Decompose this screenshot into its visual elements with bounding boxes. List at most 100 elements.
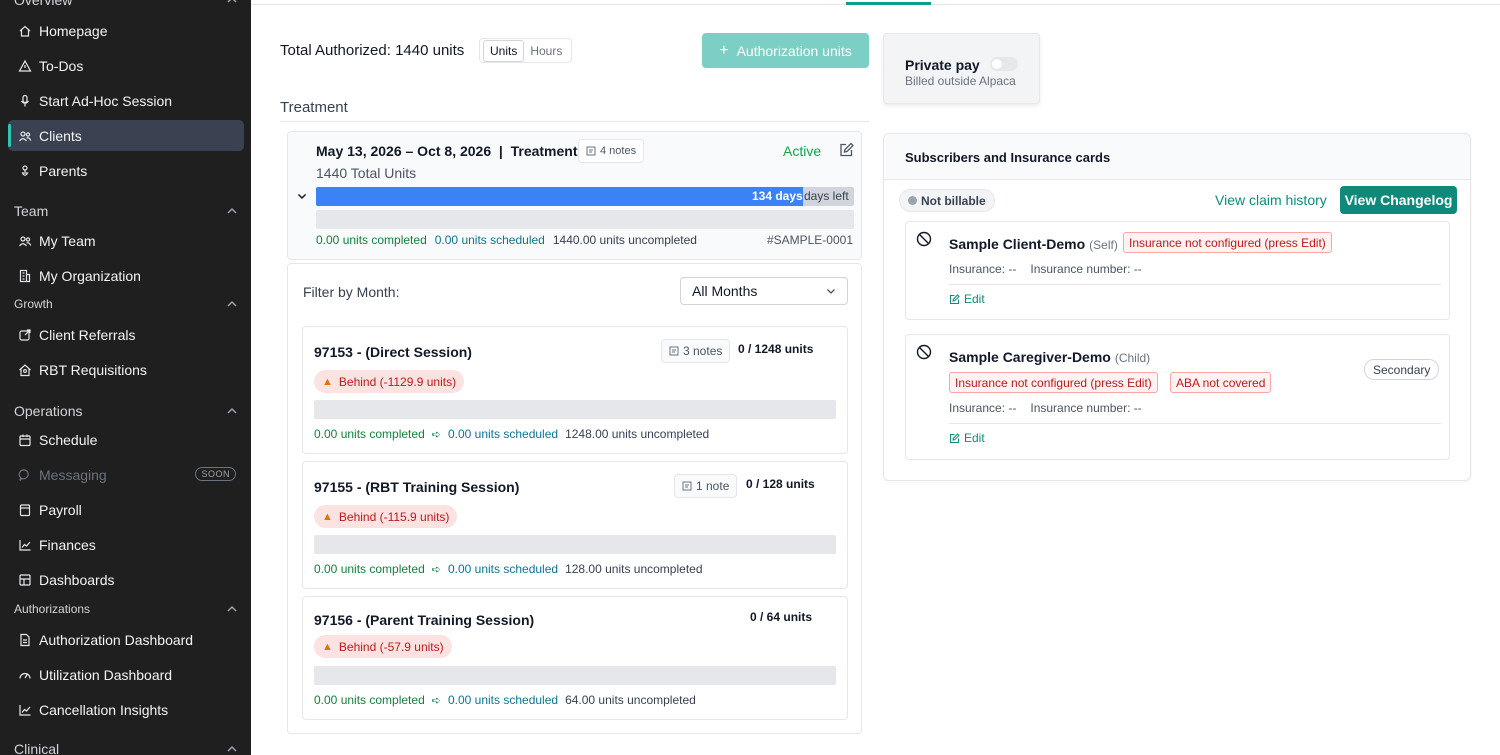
insurance-card-self: Sample Client-Demo (Self) Insurance not c…: [905, 221, 1450, 320]
section-team-label: Team: [14, 203, 49, 219]
insurance-number-value: Insurance number: --: [1030, 401, 1142, 415]
plan-status: Active: [783, 143, 822, 159]
edit-label: Edit: [964, 292, 985, 306]
section-team[interactable]: Team: [14, 203, 237, 219]
edit-insurance-button[interactable]: Edit: [949, 431, 985, 445]
insurance-value: Insurance: --: [949, 262, 1017, 276]
sidebar-item-label: Utilization Dashboard: [39, 666, 173, 683]
plan-completed: 0.00 units completed: [316, 233, 427, 247]
filter-by-month-label: Filter by Month:: [303, 284, 400, 300]
code-title: 97155 - (RBT Training Session): [314, 479, 520, 495]
code-uncompleted: 64.00 units uncompleted: [565, 693, 696, 707]
chevron-up-icon: [227, 300, 237, 307]
chevron-down-icon[interactable]: [297, 191, 307, 201]
users-icon: [18, 129, 32, 143]
section-authorizations-label: Authorizations: [14, 602, 91, 616]
authorization-units-button[interactable]: + Authorization units: [702, 33, 869, 68]
section-clinical[interactable]: Clinical: [14, 741, 237, 755]
sidebar-item-label: Clients: [39, 127, 82, 144]
code-notes-label: 1 note: [696, 479, 730, 493]
sidebar-item-start-adhoc-session[interactable]: Start Ad-Hoc Session: [8, 85, 244, 116]
sidebar-item-label: To-Dos: [39, 57, 84, 74]
behind-label: Behind (-1129.9 units): [338, 374, 457, 389]
sidebar-item-rbt-requisitions[interactable]: RBT Requisitions: [8, 354, 244, 385]
code-unit-stats: 0.00 units completed ➪ 0.00 units schedu…: [314, 427, 709, 441]
subscriber-relation: (Child): [1114, 351, 1151, 365]
ban-icon: [916, 231, 932, 247]
sidebar-item-my-team[interactable]: My Team: [8, 225, 244, 256]
home-icon: [18, 24, 32, 38]
behind-badge: ▲ Behind (-115.9 units): [314, 505, 458, 528]
insurance-warning-badge: Insurance not configured (press Edit): [1123, 232, 1332, 253]
code-notes-button[interactable]: 3 notes: [661, 339, 731, 363]
code-units: 0 / 64 units: [750, 610, 813, 624]
sidebar-item-todos[interactable]: To-Dos: [8, 50, 244, 81]
microphone-icon: [18, 94, 32, 108]
sidebar-item-my-organization[interactable]: My Organization: [8, 260, 244, 291]
sidebar-item-label: RBT Requisitions: [39, 361, 147, 378]
edit-label: Edit: [964, 431, 985, 445]
plan-notes-button[interactable]: 4 notes: [578, 139, 645, 163]
hours-toggle-option[interactable]: Hours: [524, 41, 568, 61]
sidebar-item-cancellation-insights[interactable]: Cancellation Insights: [8, 694, 244, 725]
sidebar-item-utilization-dashboard[interactable]: Utilization Dashboard: [8, 659, 244, 690]
view-changelog-button[interactable]: View Changelog: [1340, 186, 1457, 214]
sidebar-item-schedule[interactable]: Schedule: [8, 424, 244, 455]
edit-insurance-button[interactable]: Edit: [949, 292, 985, 306]
sidebar-item-dashboards[interactable]: Dashboards: [8, 564, 244, 595]
sidebar-item-finances[interactable]: Finances: [8, 529, 244, 560]
section-growth-label: Growth: [14, 297, 53, 311]
section-growth[interactable]: Growth: [14, 297, 237, 311]
sidebar-item-parents[interactable]: Parents: [8, 155, 244, 186]
code-title: 97156 - (Parent Training Session): [314, 612, 535, 628]
units-toggle-option[interactable]: Units: [483, 39, 525, 62]
units-hours-toggle: Units Hours: [479, 38, 573, 63]
warning-icon: ▲: [322, 510, 333, 523]
code-card-97155: 97155 - (RBT Training Session) 1 note 0 …: [302, 461, 848, 589]
edit-icon[interactable]: [838, 142, 854, 158]
plan-total-units: 1440 Total Units: [316, 165, 417, 181]
sidebar-item-client-referrals[interactable]: Client Referrals: [8, 319, 244, 350]
code-progress-bar: [314, 666, 836, 685]
section-authorizations[interactable]: Authorizations: [14, 602, 237, 616]
plan-id: #SAMPLE-0001: [766, 233, 853, 247]
code-completed: 0.00 units completed: [314, 562, 425, 576]
code-title: 97153 - (Direct Session): [314, 344, 472, 360]
aba-warning-badge: ABA not covered: [1170, 372, 1272, 393]
plan-notes-label: 4 notes: [600, 145, 637, 157]
card-divider: [949, 284, 1441, 285]
chevron-up-icon: [227, 0, 237, 3]
section-operations-label: Operations: [14, 403, 83, 419]
line-chart-icon: [18, 703, 32, 717]
subscribers-title: Subscribers and Insurance cards: [905, 150, 1111, 165]
view-claim-history-link[interactable]: View claim history: [1215, 192, 1327, 208]
status-dot-icon: [908, 196, 917, 205]
days-progress-fill: [316, 187, 803, 206]
section-operations[interactable]: Operations: [14, 403, 237, 419]
sidebar: Overview Homepage To-Dos Start Ad-Hoc Se…: [0, 0, 251, 755]
code-notes-button[interactable]: 1 note: [674, 474, 738, 498]
code-progress-bar: [314, 535, 836, 554]
not-billable-label: Not billable: [921, 193, 986, 208]
code-unit-stats: 0.00 units completed ➪ 0.00 units schedu…: [314, 693, 696, 707]
treatment-heading: Treatment: [280, 99, 348, 116]
sidebar-item-messaging[interactable]: Messaging SOON: [8, 459, 244, 490]
sidebar-item-label: Start Ad-Hoc Session: [39, 92, 173, 109]
behind-badge: ▲ Behind (-57.9 units): [314, 635, 452, 658]
sidebar-item-authorization-dashboard[interactable]: Authorization Dashboard: [8, 624, 244, 655]
section-overview[interactable]: Overview: [14, 0, 237, 8]
behind-label: Behind (-57.9 units): [338, 639, 444, 654]
behind-badge: ▲ Behind (-1129.9 units): [314, 370, 465, 393]
insurance-number-value: Insurance number: --: [1030, 262, 1142, 276]
sidebar-item-homepage[interactable]: Homepage: [8, 15, 244, 46]
days-remaining-value: 134 days: [752, 189, 803, 203]
code-scheduled: 0.00 units scheduled: [447, 562, 559, 576]
month-select[interactable]: All Months: [680, 277, 848, 305]
subscriber-relation: (Self): [1089, 238, 1118, 252]
sidebar-item-label: Client Referrals: [39, 326, 136, 343]
sidebar-item-payroll[interactable]: Payroll: [8, 494, 244, 525]
private-pay-toggle[interactable]: [990, 57, 1018, 71]
sidebar-item-label: Finances: [39, 536, 96, 553]
section-clinical-label: Clinical: [14, 741, 60, 755]
sidebar-item-clients[interactable]: Clients: [8, 120, 244, 151]
